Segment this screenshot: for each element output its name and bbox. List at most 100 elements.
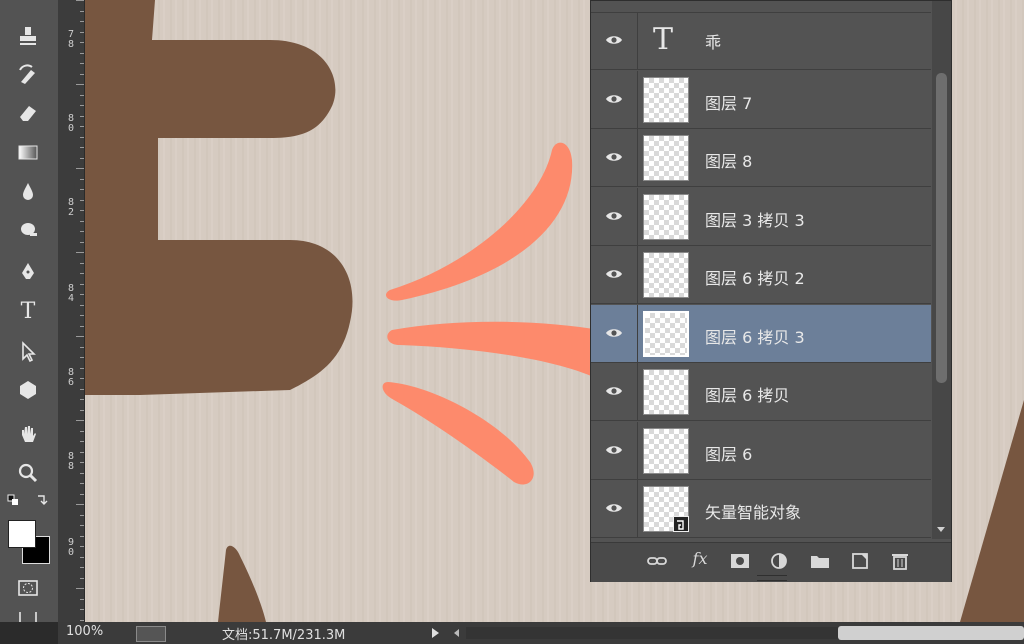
layer-row[interactable]: 矢量智能对象 [591,480,931,538]
layer-thumbnail[interactable] [643,486,689,532]
hand-tool-icon[interactable] [14,420,42,448]
layer-row[interactable]: T乖 [591,12,931,70]
zoom-level[interactable]: 100% [66,624,103,639]
visibility-eye-icon[interactable] [605,501,623,515]
dodge-tool-icon[interactable] [14,216,42,244]
layer-thumbnail[interactable] [643,76,689,123]
scroll-down-arrow-icon[interactable] [937,527,945,532]
layer-thumbnail[interactable] [643,310,689,357]
history-brush-icon[interactable] [14,61,42,89]
layer-thumbnail[interactable] [643,427,689,474]
new-group-icon[interactable] [809,551,831,571]
ruler-tick [80,74,84,75]
foreground-color-swatch[interactable] [8,520,36,548]
ruler-label: 7 8 [67,29,75,50]
visibility-eye-icon[interactable] [605,33,623,47]
ruler-tick [80,231,84,232]
stamp-tool-icon[interactable] [14,22,42,50]
ruler-tick [80,179,84,180]
pen-tool-icon[interactable] [14,258,42,286]
layer-row[interactable]: 图层 3 拷贝 3 [591,187,931,246]
ruler-tick [80,536,84,537]
ruler-tick [80,546,84,547]
ruler-label: 9 0 [67,537,75,558]
blur-tool-icon[interactable] [14,177,42,205]
layer-name[interactable]: 图层 6 拷贝 3 [705,324,805,348]
visibility-eye-icon[interactable] [605,267,623,281]
link-layers-icon[interactable] [646,551,668,571]
layer-row[interactable]: 图层 6 [591,421,931,480]
scrollbar-thumb[interactable] [936,73,947,383]
path-selection-icon[interactable] [14,337,42,365]
row-divider [637,129,638,187]
visibility-eye-icon[interactable] [605,209,623,223]
ruler-tick [80,305,84,306]
quick-mask-icon[interactable] [14,574,42,602]
ruler-tick [76,588,84,589]
layer-name[interactable]: 图层 3 拷贝 3 [705,207,805,231]
ruler-tick [80,368,84,369]
new-layer-icon[interactable] [849,551,871,571]
shape-tool-icon[interactable] [14,376,42,404]
layer-name[interactable]: 乖 [705,29,721,53]
visibility-eye-icon[interactable] [605,92,623,106]
ruler-tick [80,21,84,22]
ruler-tick [80,32,84,33]
visibility-eye-icon[interactable] [605,150,623,164]
swap-colors-icon[interactable] [4,492,52,510]
row-divider [637,304,638,363]
layer-styles-icon[interactable]: fx [689,549,711,569]
visibility-eye-icon[interactable] [605,443,623,457]
ruler-tick [80,95,84,96]
eraser-icon[interactable] [14,99,42,127]
row-divider [637,187,638,246]
zoom-tool-icon[interactable] [14,459,42,487]
ruler-tick [80,399,84,400]
layer-row[interactable]: 图层 6 拷贝 2 [591,246,931,304]
layer-row[interactable]: 图层 7 [591,70,931,129]
layer-row[interactable]: 图层 6 拷贝 [591,363,931,421]
layer-name[interactable]: 图层 7 [705,90,752,114]
layer-thumbnail[interactable] [643,135,689,181]
layer-name[interactable]: 图层 6 拷贝 [705,382,789,406]
layer-row[interactable]: 图层 6 拷贝 3 [591,304,931,363]
layer-thumbnail[interactable] [643,252,689,298]
text-layer-icon[interactable]: T [653,22,673,57]
document-info: 文档:51.7M/231.3M [222,628,346,643]
panel-resize-grip-icon[interactable] [757,575,787,581]
delete-layer-icon[interactable] [889,551,911,571]
ruler-tick [80,189,84,190]
horizontal-scrollbar-thumb[interactable] [838,626,1024,640]
type-tool-icon[interactable]: T [14,297,42,325]
layer-row[interactable]: 图层 8 [591,129,931,187]
layers-scrollbar[interactable] [932,1,951,539]
adjustment-layer-icon[interactable] [769,551,791,571]
gradient-tool-icon[interactable] [14,138,42,166]
layer-thumbnail[interactable] [643,193,689,240]
layer-name[interactable]: 矢量智能对象 [705,499,801,523]
ruler-label: 8 2 [67,197,75,218]
layer-name[interactable]: 图层 6 拷贝 2 [705,265,805,289]
add-mask-icon[interactable] [729,551,751,571]
scroll-left-arrow-icon[interactable] [454,629,459,637]
document-preview-icon[interactable] [136,626,166,642]
ruler-tick [80,347,84,348]
visibility-eye-icon[interactable] [605,384,623,398]
ruler-tick [80,315,84,316]
ruler-tick [80,462,84,463]
ruler-tick [80,263,84,264]
ruler-tick [80,515,84,516]
ruler-tick [80,410,84,411]
ruler-tick [80,578,84,579]
screen-mode-icon[interactable] [14,612,42,622]
ruler-tick [80,326,84,327]
layer-name[interactable]: 图层 8 [705,148,752,172]
ruler-tick [76,168,84,169]
status-menu-arrow-icon[interactable] [432,628,439,638]
ruler-tick [80,284,84,285]
layer-name[interactable]: 图层 6 [705,441,752,465]
ruler-tick [76,0,84,1]
visibility-eye-icon[interactable] [605,326,623,340]
ruler-label: 8 4 [67,283,75,304]
layer-thumbnail[interactable] [643,369,689,415]
